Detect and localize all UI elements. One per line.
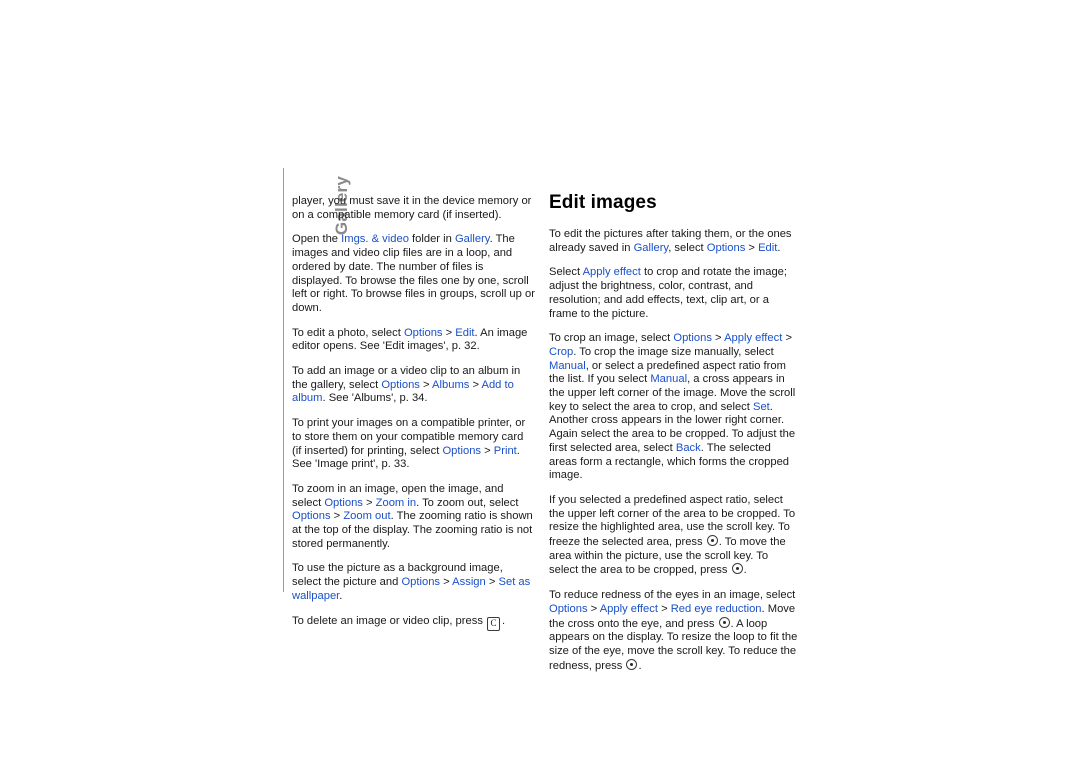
ui-term: Imgs. & video <box>341 233 409 246</box>
body-text: > <box>442 326 456 339</box>
ui-term: Apply effect <box>582 266 641 279</box>
body-text: . The images and video clip files are in… <box>292 233 535 314</box>
scroll-key-icon <box>626 658 638 670</box>
right-column-body: To edit the pictures after taking them, … <box>549 228 799 673</box>
body-text: > <box>745 241 759 254</box>
body-text: . To zoom out, select <box>416 496 519 509</box>
ui-term: Gallery <box>454 233 490 246</box>
right-paragraph: To crop an image, select Options > Apply… <box>549 332 799 483</box>
body-text: . <box>777 241 781 254</box>
body-text: . <box>638 659 642 672</box>
scroll-key-icon <box>706 535 718 547</box>
ui-term: Options <box>292 510 331 523</box>
left-text-column: player, you must save it in the device m… <box>292 195 535 631</box>
body-text: > <box>481 444 494 457</box>
ui-term: Crop <box>549 345 574 358</box>
body-text: player, you must save it in the device m… <box>292 195 532 221</box>
ui-term: Zoom out <box>343 510 391 523</box>
body-text: > <box>711 332 725 345</box>
right-paragraph: To reduce redness of the eyes in an imag… <box>549 589 799 673</box>
body-text: . See 'Albums', p. 34. <box>322 392 428 405</box>
ui-term: Apply effect <box>599 602 658 615</box>
left-paragraph: To delete an image or video clip, press … <box>292 615 535 631</box>
body-text: . To crop the image size manually, selec… <box>573 345 774 358</box>
ui-term: Apply effect <box>724 332 783 345</box>
ui-term: Back <box>675 441 701 454</box>
body-text: . <box>502 614 506 627</box>
body-text: To crop an image, select <box>549 332 674 345</box>
body-text: > <box>362 496 376 509</box>
ui-term: Options <box>381 378 420 391</box>
body-text: . <box>339 589 343 602</box>
body-text: folder in <box>408 233 455 246</box>
ui-term: Gallery <box>633 241 669 254</box>
body-text: > <box>485 576 499 589</box>
ui-term: Options <box>549 602 588 615</box>
body-text: To edit a photo, select <box>292 326 404 339</box>
ui-term: Options <box>401 576 441 589</box>
ui-term: Set <box>752 400 770 413</box>
ui-term: Manual <box>650 373 688 386</box>
left-paragraph: To edit a photo, select Options > Edit. … <box>292 327 535 354</box>
body-text: Select <box>549 266 583 279</box>
ui-term: Assign <box>452 576 486 589</box>
ui-term: Albums <box>432 378 470 391</box>
body-text: > <box>782 332 792 345</box>
left-paragraph: Open the Imgs. & video folder in Gallery… <box>292 233 535 315</box>
column-divider <box>283 168 284 592</box>
right-paragraph: To edit the pictures after taking them, … <box>549 228 799 255</box>
body-text: > <box>440 576 453 589</box>
ui-term: Options <box>706 241 746 254</box>
left-paragraph: To print your images on a compatible pri… <box>292 417 535 472</box>
left-paragraph: player, you must save it in the device m… <box>292 195 535 222</box>
left-paragraph: To zoom in an image, open the image, and… <box>292 483 535 552</box>
ui-term: Edit <box>455 326 475 339</box>
ui-term: Options <box>673 332 712 345</box>
body-text: > <box>587 602 600 615</box>
body-text: > <box>657 602 671 615</box>
body-text: Open the <box>292 233 342 246</box>
left-paragraph: To use the picture as a background image… <box>292 562 535 603</box>
ui-term: Zoom in <box>375 496 417 509</box>
right-paragraph: Select Apply effect to crop and rotate t… <box>549 266 799 321</box>
body-text: To reduce redness of the eyes in an imag… <box>549 589 796 602</box>
body-text: > <box>330 510 344 523</box>
ui-term: Print <box>493 444 517 457</box>
ui-term: Options <box>324 496 363 509</box>
scroll-key-icon <box>731 563 743 575</box>
manual-page: Gallery player, you must save it in the … <box>0 0 1080 763</box>
body-text: To delete an image or video clip, press <box>292 614 487 627</box>
ui-term: Edit <box>758 241 778 254</box>
right-text-column: Edit images To edit the pictures after t… <box>549 192 799 673</box>
right-paragraph: If you selected a predefined aspect rati… <box>549 494 799 578</box>
body-text: > <box>469 378 482 391</box>
page-title: Edit images <box>549 192 657 213</box>
body-text: . <box>743 564 747 577</box>
body-text: > <box>419 378 433 391</box>
clear-key-icon: C <box>487 616 501 631</box>
ui-term: Options <box>442 444 482 457</box>
scroll-key-icon <box>718 616 730 628</box>
ui-term: Red eye reduction <box>670 602 762 615</box>
ui-term: Manual <box>549 359 586 372</box>
ui-term: Options <box>403 326 443 339</box>
body-text: , select <box>668 241 707 254</box>
left-paragraph: To add an image or a video clip to an al… <box>292 365 535 406</box>
